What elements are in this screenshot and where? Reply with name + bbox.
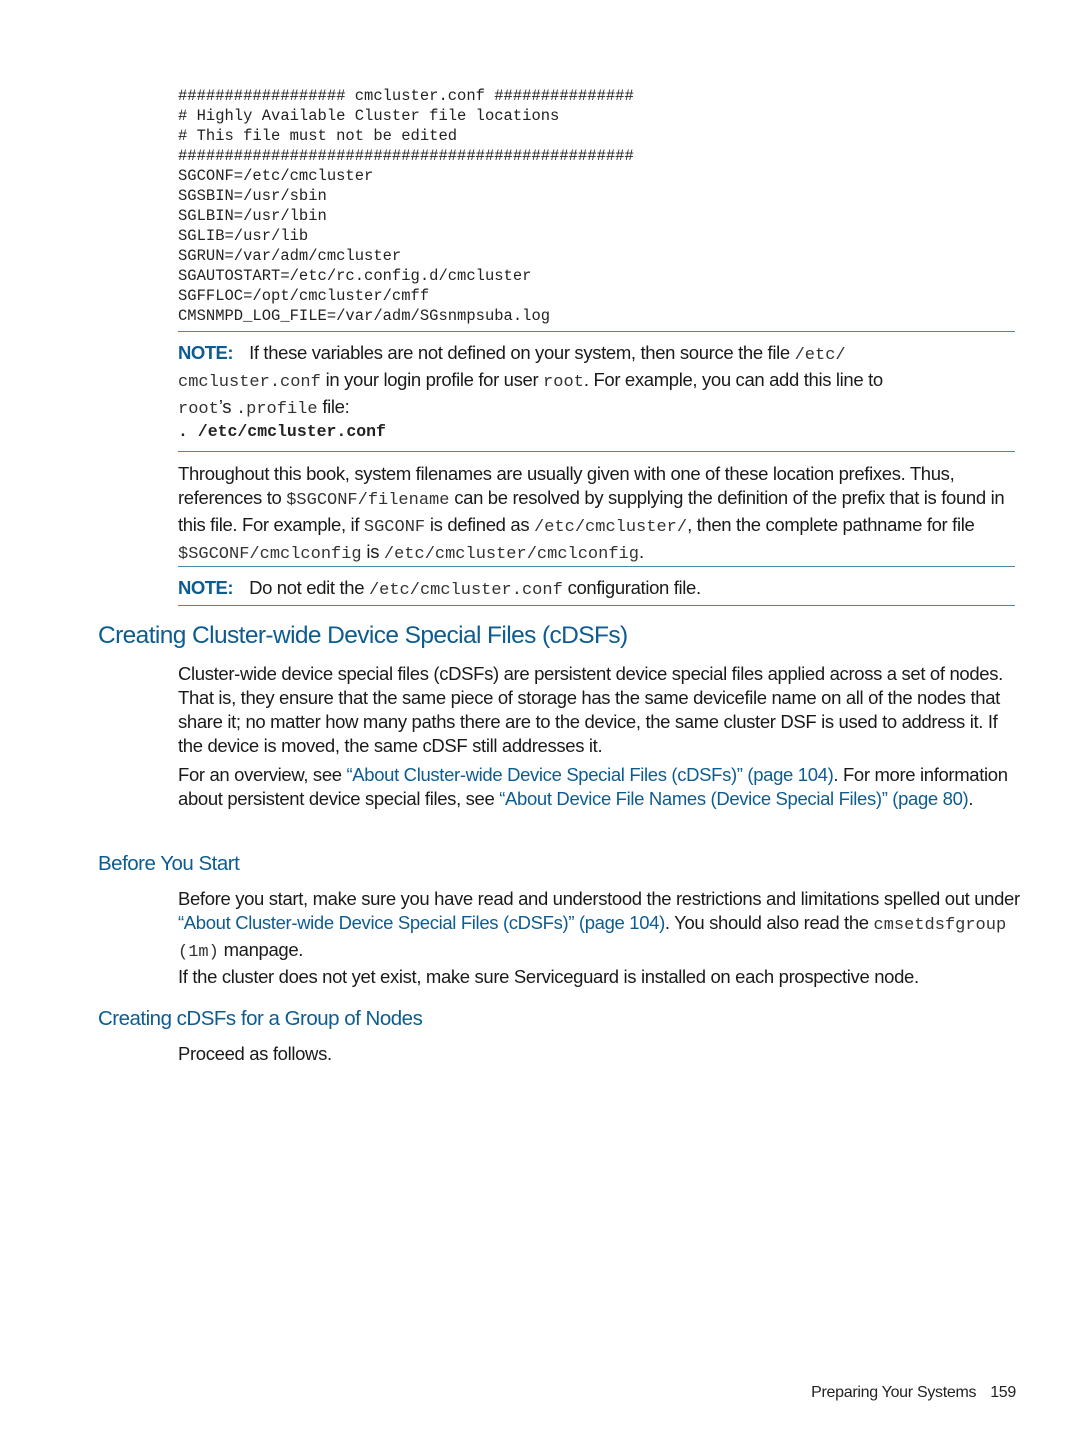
note2-top-rule [178,566,1015,567]
overview-paragraph: For an overview, see “About Cluster-wide… [178,764,1008,809]
note-bottom-rule [178,451,1015,452]
config-code-block: ################## cmcluster.conf ######… [178,86,634,326]
note-label: NOTE: [178,577,234,598]
code-line: SGCONF=/etc/cmcluster [178,167,374,185]
location-prefix-paragraph: Throughout this book, system filenames a… [178,463,1005,564]
code-line: ################## cmcluster.conf ######… [178,87,634,105]
subheading-group-of-nodes: Creating cDSFs for a Group of Nodes [98,1007,423,1030]
page-number: 159 [990,1384,1016,1401]
link-about-device-file-names[interactable]: “About Device File Names (Device Special… [499,788,968,809]
code-line: SGRUN=/var/adm/cmcluster [178,247,402,265]
note2-bottom-rule [178,605,1015,606]
note-do-not-edit: NOTE: Do not edit the /etc/cmcluster.conf… [178,577,701,600]
code-line: SGLIB=/usr/lib [178,227,309,245]
before-you-start-paragraph: Before you start, make sure you have rea… [178,888,1020,962]
page-footer: Preparing Your Systems 159 [811,1384,1016,1402]
note-variables: NOTE: If these variables are not defined … [178,342,883,419]
code-line: SGSBIN=/usr/sbin [178,187,327,205]
code-line: ########################################… [178,147,634,165]
code-line: SGAUTOSTART=/etc/rc.config.d/cmcluster [178,267,532,285]
subheading-before-you-start: Before You Start [98,852,240,875]
section-heading: Creating Cluster-wide Device Special Fil… [98,622,628,649]
source-command: . /etc/cmcluster.conf [178,422,386,441]
link-about-cdsfs[interactable]: “About Cluster-wide Device Special Files… [346,764,833,785]
footer-section-title: Preparing Your Systems [811,1384,977,1401]
code-line: CMSNMPD_LOG_FILE=/var/adm/SGsnmpsuba.log [178,307,551,325]
note-top-rule [178,331,1015,332]
code-line: # Highly Available Cluster file location… [178,107,560,125]
code-line: # This file must not be edited [178,127,458,145]
link-about-cdsfs[interactable]: “About Cluster-wide Device Special Files… [178,912,665,933]
note-label: NOTE: [178,342,234,363]
proceed-paragraph: Proceed as follows. [178,1043,332,1064]
cdsf-intro-paragraph: Cluster-wide device special files (cDSFs… [178,663,1003,756]
code-line: SGFFLOC=/opt/cmcluster/cmff [178,287,430,305]
serviceguard-paragraph: If the cluster does not yet exist, make … [178,966,919,987]
code-line: SGLBIN=/usr/lbin [178,207,327,225]
